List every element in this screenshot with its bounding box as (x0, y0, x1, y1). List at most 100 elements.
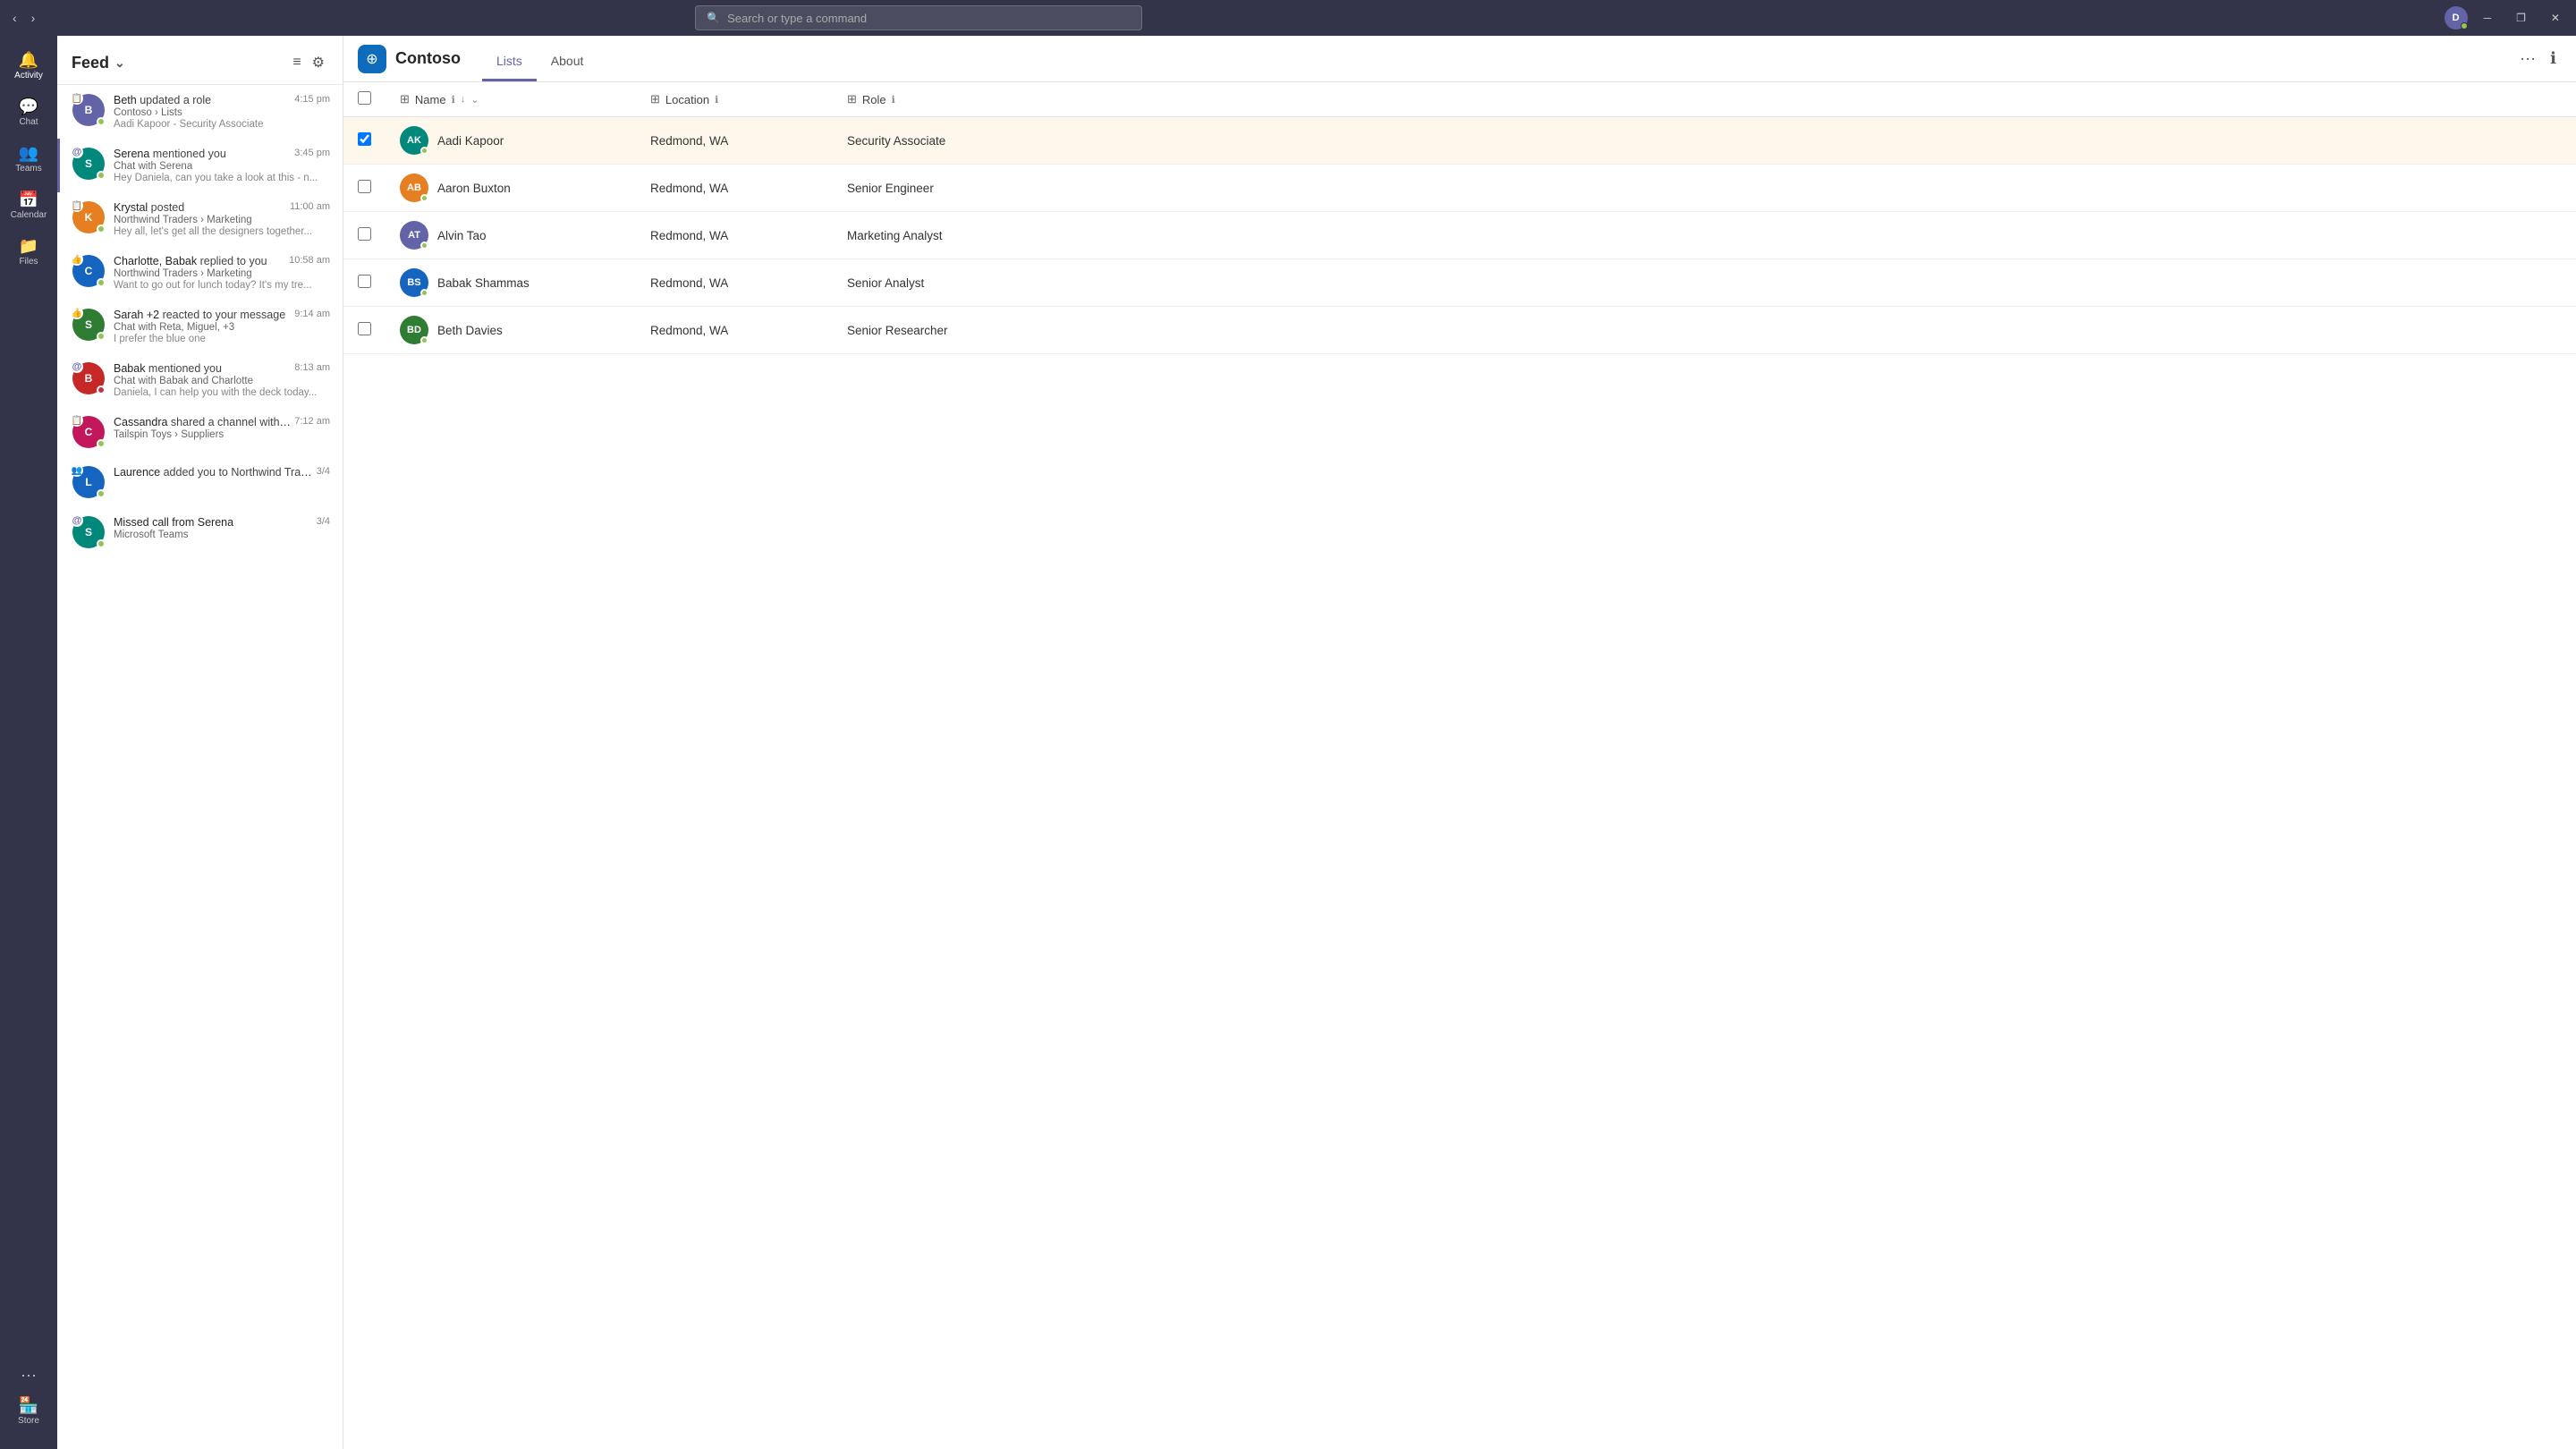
status-indicator (97, 225, 106, 233)
sidebar-item-files[interactable]: 📁 Files (5, 231, 52, 274)
feed-item-sub: Microsoft Teams (114, 530, 330, 540)
feed-item-time: 11:00 am (290, 201, 330, 212)
sort-info-icon[interactable]: ℹ (452, 94, 455, 106)
row-checkbox-cell[interactable] (343, 212, 386, 259)
avatar: L 👥 (72, 466, 105, 498)
avatar: S @ (72, 516, 105, 548)
row-checkbox[interactable] (358, 322, 371, 335)
feed-item-sub: Chat with Babak and Charlotte (114, 376, 330, 386)
select-all-header[interactable] (343, 82, 386, 117)
list-item[interactable]: C 👍 Charlotte, Babak replied to you 10:5… (57, 246, 343, 300)
list-item[interactable]: K 📋 Krystal posted 11:00 am Northwind Tr… (57, 192, 343, 246)
row-checkbox-cell[interactable] (343, 307, 386, 354)
feed-item-name: Missed call from Serena (114, 516, 233, 529)
feed-item-time: 10:58 am (289, 255, 330, 266)
list-item[interactable]: B 📋 Beth updated a role 4:15 pm Contoso … (57, 85, 343, 139)
sort-desc-icon[interactable]: ↓ (461, 94, 466, 105)
sort-expand-icon[interactable]: ⌄ (470, 94, 479, 106)
table-row[interactable]: AK Aadi Kapoor Redmond, WA Security Asso… (343, 117, 2576, 165)
person-role: Senior Engineer (847, 182, 934, 195)
sidebar-item-store[interactable]: 🏪 Store (5, 1390, 52, 1433)
column-header-role: ⊞ Role ℹ (833, 82, 2576, 117)
row-checkbox[interactable] (358, 275, 371, 288)
feed-item-content: Sarah +2 reacted to your message 9:14 am… (114, 309, 330, 344)
sidebar-item-activity[interactable]: 🔔 Activity (5, 45, 52, 88)
user-avatar[interactable]: D (2445, 6, 2468, 30)
table-header-row: ⊞ Name ℹ ↓ ⌄ ⊞ Location ℹ (343, 82, 2576, 117)
type-icon: 👍 (71, 307, 83, 319)
feed-item-sub: Northwind Traders › Marketing (114, 215, 330, 225)
row-checkbox-cell[interactable] (343, 165, 386, 212)
row-checkbox-cell[interactable] (343, 259, 386, 307)
more-icon[interactable]: ··· (21, 1366, 37, 1385)
list-item[interactable]: C 📋 Cassandra shared a channel with you … (57, 407, 343, 457)
status-indicator (97, 278, 106, 287)
titlebar-actions: D ─ ❐ ✕ (2445, 6, 2569, 30)
more-options-button[interactable]: ··· (2514, 44, 2541, 73)
tab-lists[interactable]: Lists (482, 36, 537, 81)
name-col-label: Name (415, 93, 446, 106)
main-layout: 🔔 Activity 💬 Chat 👥 Teams 📅 Calendar 📁 F… (0, 36, 2576, 1449)
search-icon: 🔍 (707, 12, 720, 24)
minimize-button[interactable]: ─ (2475, 9, 2501, 27)
feed-filter-button[interactable]: ≡ (289, 50, 304, 75)
table-row[interactable]: BD Beth Davies Redmond, WA Senior Resear… (343, 307, 2576, 354)
row-name-cell: AB Aaron Buxton (386, 165, 636, 212)
row-location-cell: Redmond, WA (636, 117, 833, 165)
feed-item-time: 4:15 pm (294, 94, 330, 105)
select-all-checkbox[interactable] (358, 91, 371, 105)
feed-item-name: Sarah +2 reacted to your message (114, 309, 285, 321)
feed-item-content: Serena mentioned you 3:45 pm Chat with S… (114, 148, 330, 183)
type-icon: 📋 (71, 414, 83, 427)
table-row[interactable]: AB Aaron Buxton Redmond, WA Senior Engin… (343, 165, 2576, 212)
sidebar-item-teams[interactable]: 👥 Teams (5, 138, 52, 181)
status-indicator (97, 171, 106, 180)
close-button[interactable]: ✕ (2542, 9, 2569, 27)
forward-button[interactable]: › (26, 7, 41, 29)
feed-item-name: Charlotte, Babak replied to you (114, 255, 267, 267)
nav-more: ··· 🏪 Store (5, 1366, 52, 1435)
app-icon-symbol: ⊕ (366, 50, 377, 68)
person-status (420, 242, 428, 250)
row-checkbox[interactable] (358, 227, 371, 241)
person-avatar: AT (400, 221, 428, 250)
list-item[interactable]: S @ Missed call from Serena 3/4 Microsof… (57, 507, 343, 557)
feed-settings-button[interactable]: ⚙ (309, 50, 328, 75)
status-indicator (97, 332, 106, 341)
chat-icon: 💬 (19, 98, 38, 114)
sidebar-nav: 🔔 Activity 💬 Chat 👥 Teams 📅 Calendar 📁 F… (0, 36, 57, 1449)
list-item[interactable]: L 👥 Laurence added you to Northwind Trad… (57, 457, 343, 507)
role-info-icon[interactable]: ℹ (892, 94, 895, 106)
tab-about[interactable]: About (537, 36, 598, 81)
table-row[interactable]: BS Babak Shammas Redmond, WA Senior Anal… (343, 259, 2576, 307)
feed-item-time: 3/4 (317, 466, 330, 477)
row-checkbox[interactable] (358, 132, 371, 146)
table-row[interactable]: AT Alvin Tao Redmond, WA Marketing Analy… (343, 212, 2576, 259)
feed-item-name: Krystal posted (114, 201, 184, 214)
feed-actions: ≡ ⚙ (289, 50, 328, 75)
feed-item-preview: Hey all, let's get all the designers tog… (114, 226, 330, 237)
row-checkbox[interactable] (358, 180, 371, 193)
feed-item-sub: Chat with Serena (114, 161, 330, 172)
list-item[interactable]: S @ Serena mentioned you 3:45 pm Chat wi… (57, 139, 343, 192)
restore-button[interactable]: ❐ (2507, 9, 2535, 27)
feed-item-content: Beth updated a role 4:15 pm Contoso › Li… (114, 94, 330, 130)
row-role-cell: Senior Analyst (833, 259, 2576, 307)
sidebar-item-chat[interactable]: 💬 Chat (5, 91, 52, 134)
search-bar[interactable]: 🔍 (695, 5, 1142, 30)
type-icon: @ (71, 146, 83, 158)
files-icon: 📁 (19, 238, 38, 254)
search-input[interactable] (727, 12, 1131, 25)
feed-item-content: Krystal posted 11:00 am Northwind Trader… (114, 201, 330, 237)
back-button[interactable]: ‹ (7, 7, 22, 29)
feed-item-time: 8:13 am (294, 362, 330, 373)
feed-item-preview: Hey Daniela, can you take a look at this… (114, 173, 330, 183)
sidebar-item-calendar[interactable]: 📅 Calendar (5, 184, 52, 227)
location-col-icon: ⊞ (650, 92, 660, 106)
list-item[interactable]: B @ Babak mentioned you 8:13 am Chat wit… (57, 353, 343, 407)
list-item[interactable]: S 👍 Sarah +2 reacted to your message 9:1… (57, 300, 343, 353)
location-info-icon[interactable]: ℹ (715, 94, 718, 106)
info-button[interactable]: ℹ (2545, 44, 2562, 73)
column-header-name: ⊞ Name ℹ ↓ ⌄ (386, 82, 636, 117)
row-checkbox-cell[interactable] (343, 117, 386, 165)
